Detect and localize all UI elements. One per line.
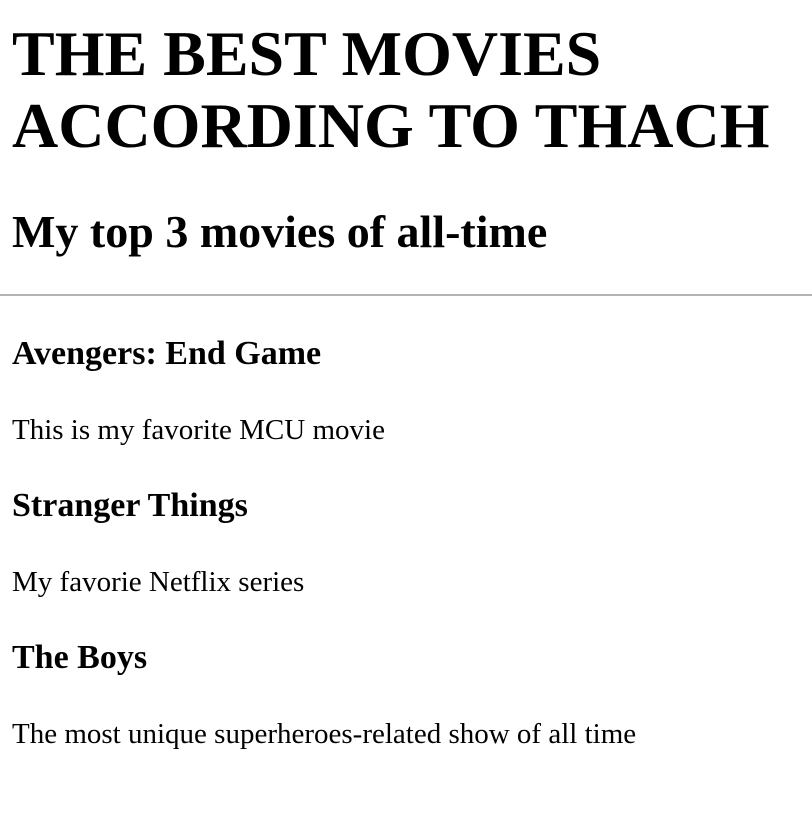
page-subtitle: My top 3 movies of all-time	[12, 206, 548, 257]
movie-title: Stranger Things	[12, 487, 248, 524]
movie-item-the-boys: The Boys The most unique superheroes-rel…	[12, 638, 812, 752]
movie-item-avengers: Avengers: End Game This is my favorite M…	[12, 334, 812, 448]
page-title-line-1: THE BEST MOVIES	[12, 18, 602, 89]
movie-title: The Boys	[12, 639, 148, 676]
movie-list: Avengers: End Game This is my favorite M…	[12, 334, 812, 752]
movie-description: This is my favorite MCU movie	[12, 414, 385, 446]
section-divider	[0, 294, 812, 296]
movie-description: My favorie Netflix series	[12, 566, 305, 598]
movie-description: The most unique superheroes-related show…	[12, 718, 637, 750]
page-content: THE BEST MOVIES ACCORDING TO THACH My to…	[0, 0, 812, 752]
page-title: THE BEST MOVIES ACCORDING TO THACH	[12, 0, 812, 162]
movie-title: Avengers: End Game	[12, 335, 322, 372]
movie-item-stranger-things: Stranger Things My favorie Netflix serie…	[12, 486, 812, 600]
page-title-line-2: ACCORDING TO THACH	[12, 90, 770, 161]
